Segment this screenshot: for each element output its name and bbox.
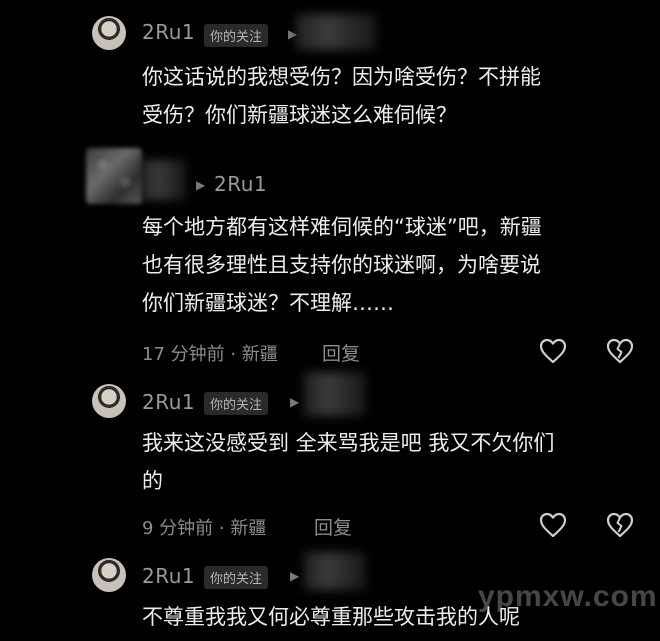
watermark: ypmxw.com (478, 580, 658, 613)
blurred-username (304, 552, 366, 590)
heart-outline-icon[interactable] (539, 512, 567, 538)
comment-line: 受伤？你们新疆球迷这么难伺候？ (142, 103, 457, 127)
comment-time-location: 17 分钟前 · 新疆 (142, 344, 278, 365)
reply-button[interactable]: 回复 (322, 339, 360, 366)
reply-arrow-icon: ▶ (196, 178, 206, 192)
broken-heart-icon[interactable] (606, 338, 634, 364)
reply-arrow-icon: ▶ (290, 395, 300, 409)
comment-line: 的 (142, 469, 163, 493)
reply-arrow-icon: ▶ (290, 569, 300, 583)
following-tag: 你的关注 (204, 566, 269, 589)
comment-text: 你这话说的我想受伤？因为啥受伤？不拼能 受伤？你们新疆球迷这么难伺候？ (142, 58, 541, 134)
following-tag: 你的关注 (204, 24, 269, 47)
comment-line: 也有很多理性且支持你的球迷啊，为啥要说 (142, 253, 541, 277)
comment-line: 我来这没感受到 全来骂我是吧 我又不欠你们 (142, 431, 555, 455)
avatar[interactable] (86, 148, 142, 204)
reply-button[interactable]: 回复 (314, 513, 352, 540)
blurred-username (296, 14, 376, 50)
avatar[interactable] (92, 558, 126, 592)
comment-time-location: 9 分钟前 · 新疆 (142, 518, 267, 539)
comment-text: 每个地方都有这样难伺候的“球迷”吧，新疆 也有很多理性且支持你的球迷啊，为啥要说… (142, 208, 542, 322)
blurred-username (304, 372, 366, 416)
comment-line: 不尊重我我又何必尊重那些攻击我的人呢 (142, 605, 520, 629)
username[interactable]: 2Ru1 (142, 20, 195, 44)
comment-line: 你这话说的我想受伤？因为啥受伤？不拼能 (142, 65, 541, 89)
broken-heart-icon[interactable] (606, 512, 634, 538)
following-tag: 你的关注 (204, 392, 269, 415)
username[interactable]: 2Ru1 (142, 564, 195, 588)
heart-outline-icon[interactable] (539, 338, 567, 364)
blurred-username (140, 160, 186, 200)
comment-line: 你们新疆球迷？不理解…… (142, 291, 394, 315)
comment-text: 不尊重我我又何必尊重那些攻击我的人呢 (142, 598, 520, 636)
reply-to-username[interactable]: 2Ru1 (214, 172, 267, 196)
comment-text: 我来这没感受到 全来骂我是吧 我又不欠你们 的 (142, 424, 554, 500)
username[interactable]: 2Ru1 (142, 390, 195, 414)
avatar[interactable] (92, 384, 126, 418)
comment-line: 每个地方都有这样难伺候的“球迷”吧，新疆 (142, 215, 542, 239)
avatar[interactable] (92, 16, 126, 50)
